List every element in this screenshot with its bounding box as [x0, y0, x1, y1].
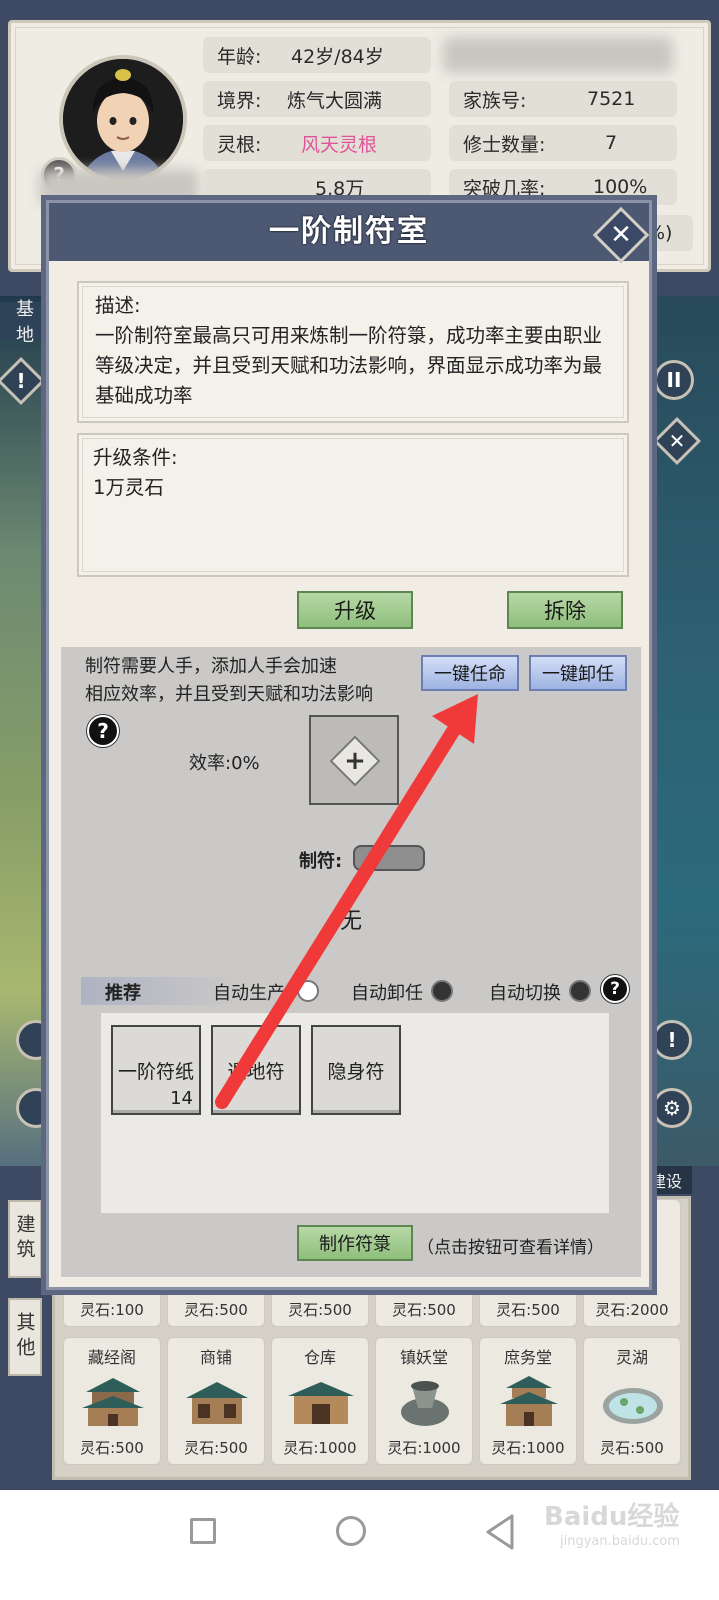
annotation-arrow	[215, 694, 478, 1109]
system-nav-bar: Baidu经验 jingyan.baidu.com	[0, 1490, 719, 1600]
back-icon[interactable]	[484, 1514, 516, 1550]
home-icon[interactable]	[336, 1516, 366, 1546]
watermark-logo: Baidu经验	[544, 1502, 680, 1532]
recent-apps-icon[interactable]	[190, 1518, 216, 1544]
watermark-url: jingyan.baidu.com	[560, 1534, 680, 1549]
